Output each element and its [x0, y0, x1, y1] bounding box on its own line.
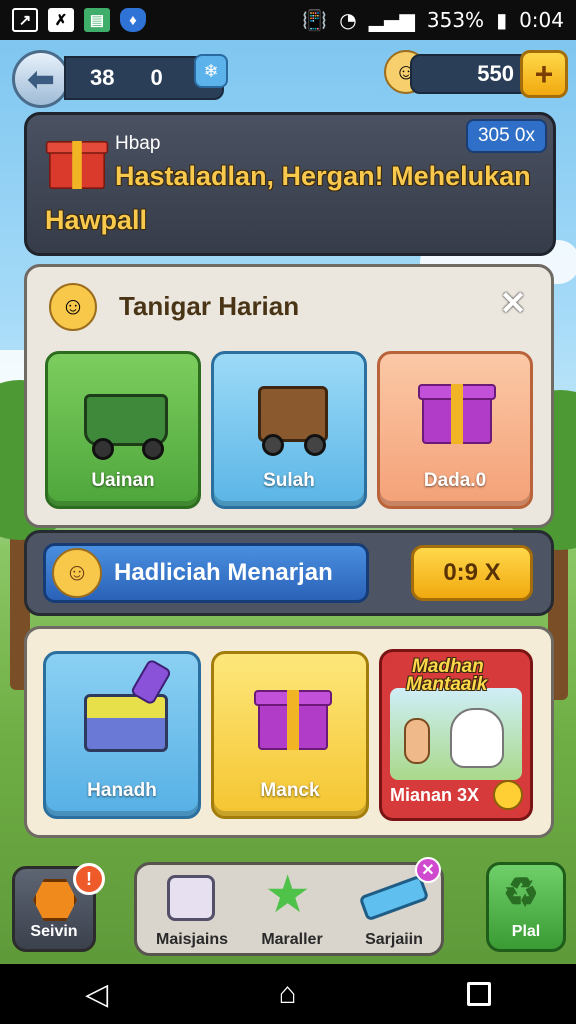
daily-tile-gift[interactable]: Dada.0 [377, 351, 533, 509]
hexagon-icon [33, 879, 77, 921]
android-nav-bar: ◁ ⌂ [0, 964, 576, 1024]
banner-badge: 305 0x [465, 119, 547, 153]
notification-badge: ! [73, 863, 105, 895]
close-button[interactable]: ✕ [493, 283, 533, 323]
tray-item-machine[interactable]: Maisjains [147, 871, 237, 949]
screenshot-icon: ↗ [12, 8, 38, 32]
banner-title-line2: Hawpall [45, 205, 148, 235]
miner-icon: ☺ [60, 293, 86, 320]
triangle-back-icon: ◁ [85, 977, 109, 1011]
daily-tile-label: Dada.0 [423, 470, 487, 491]
tray-item-star[interactable]: ★ Maraller [247, 871, 337, 949]
snow-button[interactable]: ❄ [194, 54, 228, 88]
battery-text: 353% [426, 8, 485, 32]
gift-icon [418, 384, 496, 444]
status-bar: ↗ ✗ ▤ ♦ 📳 ◔ ▂▄▆ 353% ▮ 0:04 [0, 0, 576, 40]
coin-icon [493, 780, 524, 810]
dog-icon [450, 708, 504, 768]
daily-title: Tanigar Harian [119, 291, 300, 321]
tray-item-label: Sarjaiin [365, 931, 423, 948]
wheel-icon [262, 434, 284, 456]
shield-icon: ♦ [120, 8, 146, 32]
game-scene: ⬅ 38 0 ❄ ☺ 550 + Hbap Hastaladlan, Herga… [0, 40, 576, 964]
gift-icon [254, 690, 332, 750]
banner-small: Hbap [115, 133, 161, 154]
promo-card[interactable]: Madhan Mantaaik Mianan 3X [379, 649, 533, 821]
banner-title-line1: Hastaladlan, Hergan! Mehelukan [115, 161, 531, 191]
ticket-icon [358, 874, 430, 922]
daily-tile-crate[interactable]: Sulah [211, 351, 367, 509]
action-button[interactable]: ☺ Hadliciah Menarjan [43, 543, 369, 603]
promo-footer-label: Mianan 3X [390, 784, 480, 805]
daily-tile-label: Uainan [91, 470, 155, 491]
nav-recents-button[interactable] [466, 982, 491, 1006]
notes-icon: ▤ [84, 8, 110, 32]
home-icon: ⌂ [278, 977, 297, 1010]
play-label: Plal [511, 923, 541, 940]
action-label: Hadliciah Menarjan [114, 559, 333, 586]
tray-item-label: Maisjains [155, 931, 229, 948]
count-a: 38 [90, 65, 115, 90]
gallery-icon: ✗ [48, 8, 74, 32]
shop-tile-gift[interactable]: Manck [211, 651, 369, 819]
shop-tile-label: Hanadh [87, 780, 157, 801]
arrow-left-icon: ⬅ [27, 61, 55, 97]
coin-count: 550 [477, 61, 514, 86]
star-icon: ★ [267, 868, 309, 920]
snowflake-icon: ❄ [203, 60, 219, 81]
shop-tile-bucket[interactable]: Hanadh [43, 651, 201, 819]
plus-icon: + [534, 55, 554, 92]
bucket-icon [84, 694, 168, 752]
settings-button[interactable]: ! Seivin [12, 863, 105, 952]
promo-image [390, 688, 522, 780]
signal-icon: ▂▄▆ [368, 8, 415, 32]
recycle-icon: ♻ [503, 871, 539, 915]
nav-home-button[interactable]: ⌂ [278, 977, 296, 1011]
reward-banner[interactable]: Hbap Hastaladlan, Hergan! Mehelukan Hawp… [24, 112, 556, 256]
count-b: 0 [150, 65, 163, 90]
child-icon [404, 718, 430, 764]
add-coins-button[interactable]: + [520, 50, 568, 98]
wheel-icon [92, 438, 114, 460]
wifi-icon: ◔ [339, 8, 357, 32]
play-button[interactable]: ♻ Plal [486, 862, 566, 952]
coin-panel: 550 [410, 54, 530, 94]
timer-button[interactable]: 0:9 X [411, 545, 533, 601]
promo-headline-2: Mantaaik [406, 674, 488, 695]
timer-label: 0:9 X [443, 559, 501, 586]
gift-icon [45, 141, 109, 189]
helper-avatar: ☺ [49, 283, 97, 331]
miner-icon: ☺ [52, 548, 102, 598]
battery-icon: ▮ [496, 8, 508, 32]
back-button[interactable]: ⬅ [12, 50, 70, 108]
center-tray: Maisjains ★ Maraller ✕ Sarjaiin [134, 857, 444, 956]
shop-panel: Hanadh Manck Madhan Mantaaik Mianan 3X [24, 626, 554, 838]
remove-icon: ✕ [415, 857, 441, 883]
nav-back-button[interactable]: ◁ [85, 977, 108, 1012]
promo-footer: Mianan 3X [390, 780, 524, 810]
daily-panel: ☺ Tanigar Harian ✕ Uainan Sulah Dada.0 [24, 264, 554, 528]
daily-tile-label: Sulah [263, 470, 315, 491]
close-icon: ✕ [499, 285, 527, 321]
clock: 0:04 [519, 8, 564, 32]
vibrate-icon: 📳 [302, 8, 328, 32]
machine-icon [167, 875, 215, 921]
settings-label: Seivin [30, 923, 78, 940]
tray-item-label: Maraller [261, 931, 323, 948]
wheel-icon [304, 434, 326, 456]
shop-tile-label: Manck [260, 780, 320, 801]
daily-tile-cart[interactable]: Uainan [45, 351, 201, 509]
wheel-icon [142, 438, 164, 460]
badge-text: ! [86, 868, 92, 889]
tray-item-ticket[interactable]: ✕ Sarjaiin [347, 857, 441, 949]
action-row: ☺ Hadliciah Menarjan 0:9 X [24, 530, 554, 616]
